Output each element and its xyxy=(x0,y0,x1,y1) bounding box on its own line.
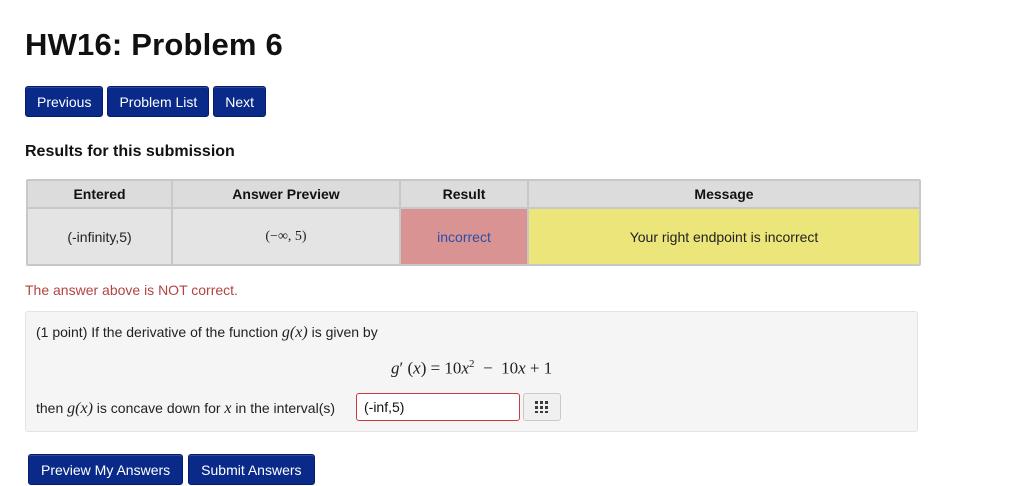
submit-answers-button[interactable]: Submit Answers xyxy=(188,454,315,485)
problem-intro: (1 point) If the derivative of the funct… xyxy=(36,324,378,342)
results-header-row: Entered Answer Preview Result Message xyxy=(28,181,919,207)
intro-prefix: (1 point) If the derivative of the funct… xyxy=(36,324,282,340)
ask-suffix: in the interval(s) xyxy=(231,400,336,416)
status-message: The answer above is NOT correct. xyxy=(25,282,238,298)
previous-button[interactable]: Previous xyxy=(25,86,104,117)
variable-x-math: x xyxy=(224,400,232,417)
results-heading: Results for this submission xyxy=(25,143,235,160)
preview-answers-button[interactable]: Preview My Answers xyxy=(28,454,184,485)
answer-actions: Preview My Answers Submit Answers xyxy=(28,454,315,485)
problem-question: then g(x) is concave down for x in the i… xyxy=(36,400,335,418)
equation-palette-button[interactable] xyxy=(523,393,561,421)
ask-middle: is concave down for xyxy=(92,400,225,416)
next-button[interactable]: Next xyxy=(213,86,267,117)
equation-palette-icon xyxy=(535,401,548,413)
col-header-message: Message xyxy=(529,181,919,207)
answer-input[interactable] xyxy=(356,393,520,421)
result-cell: incorrect xyxy=(401,209,527,264)
derivative-equation: g′ (x) = 10x2 − 10x + 1 xyxy=(391,358,553,378)
col-header-answer-preview: Answer Preview xyxy=(173,181,399,207)
problem-body: (1 point) If the derivative of the funct… xyxy=(25,311,918,432)
problem-nav: Previous Problem List Next xyxy=(25,86,267,117)
col-header-result: Result xyxy=(401,181,527,207)
answer-preview-cell: (−∞, 5) xyxy=(173,209,399,264)
problem-list-button[interactable]: Problem List xyxy=(107,86,210,117)
message-cell: Your right endpoint is incorrect xyxy=(529,209,919,264)
function-g-math-2: g(x) xyxy=(67,400,93,417)
page-title: HW16: Problem 6 xyxy=(25,27,283,62)
function-g-math: g(x) xyxy=(281,324,308,341)
entered-cell: (-infinity,5) xyxy=(28,209,171,264)
col-header-entered: Entered xyxy=(28,181,171,207)
results-table: Entered Answer Preview Result Message (-… xyxy=(26,179,921,266)
table-row: (-infinity,5) (−∞, 5) incorrect Your rig… xyxy=(28,209,919,264)
intro-suffix: is given by xyxy=(307,324,378,340)
ask-prefix: then xyxy=(36,400,68,416)
